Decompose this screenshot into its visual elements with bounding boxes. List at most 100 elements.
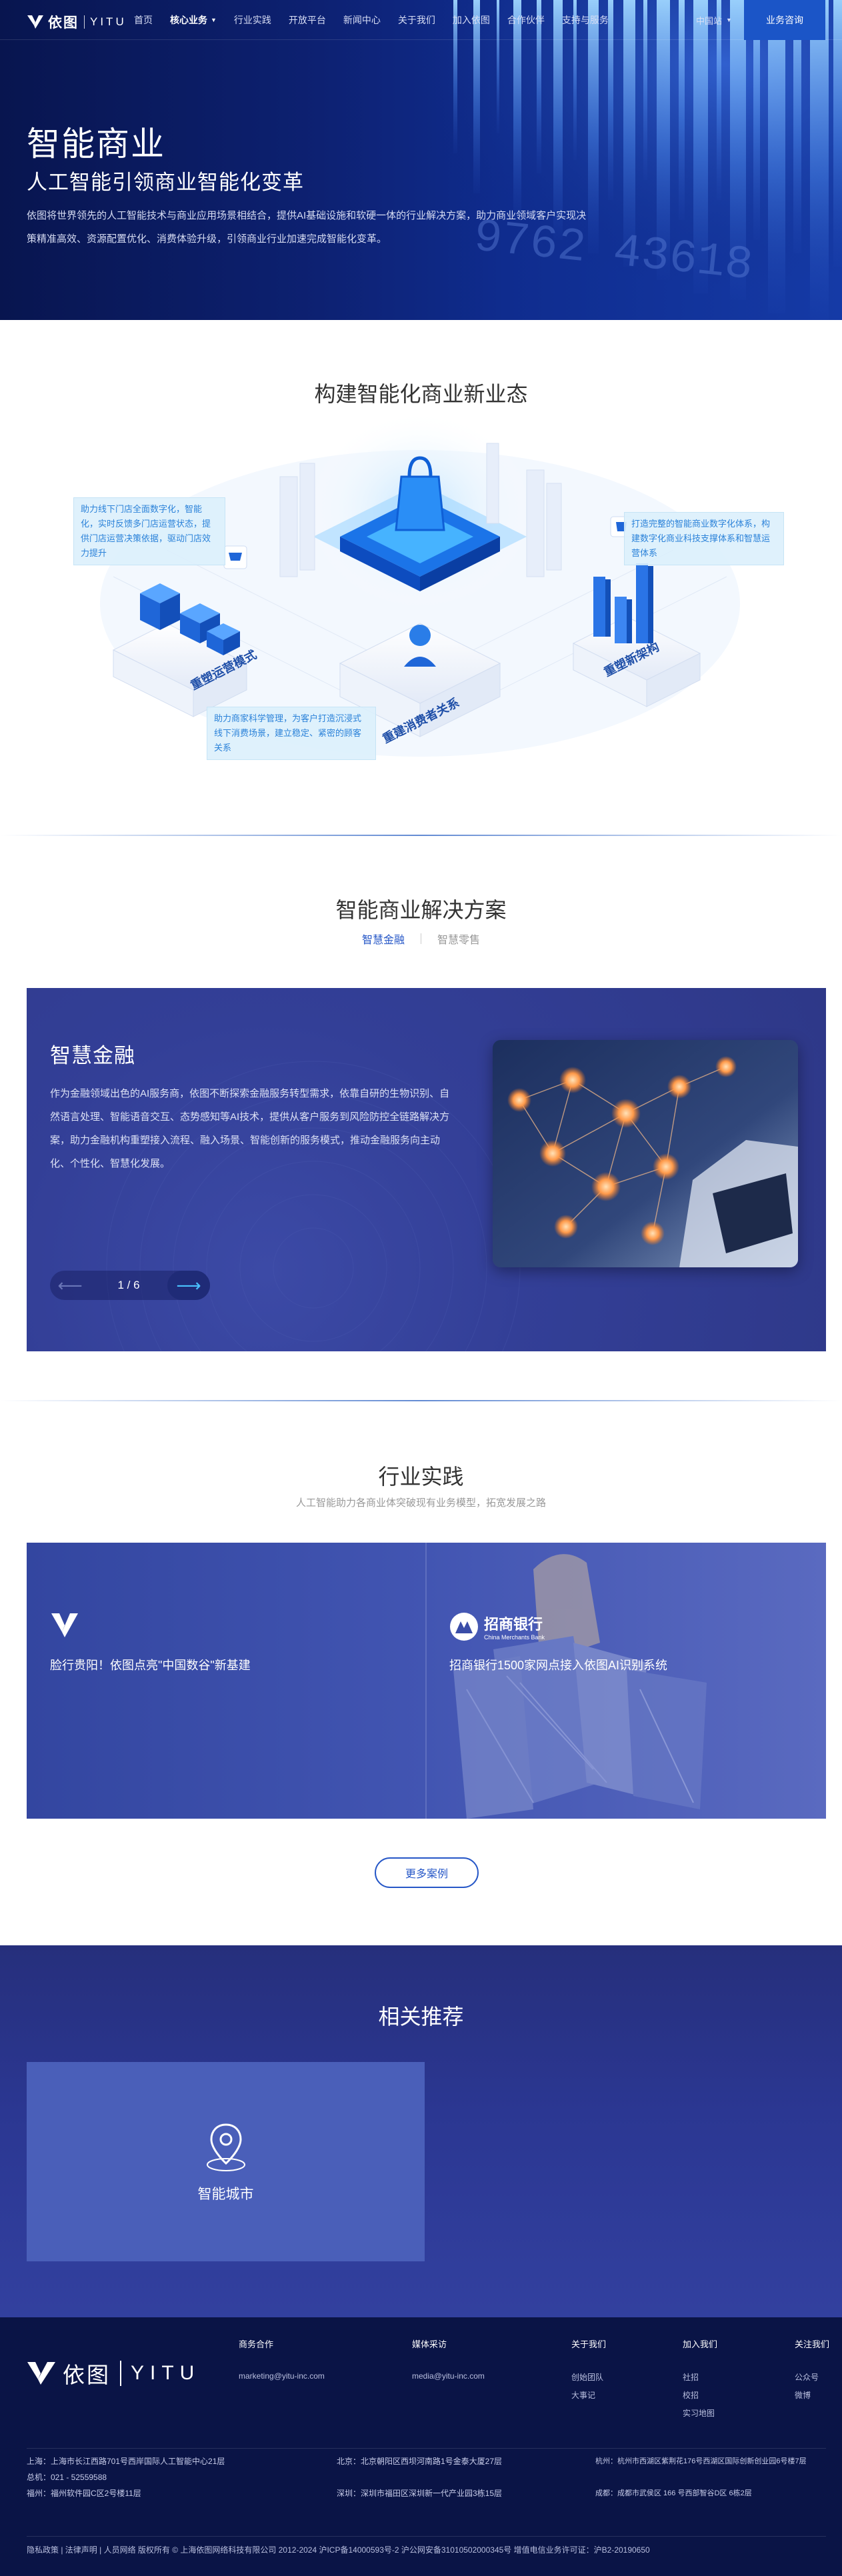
footer-col-join: 加入我们 社招 校招 实习地图 <box>683 2337 717 2425</box>
chevron-down-icon: ▼ <box>726 17 732 23</box>
logo-en: YITU <box>90 15 127 28</box>
footer-logo-en: YITU <box>131 2362 201 2384</box>
nav-support[interactable]: 支持与服务 <box>553 0 617 40</box>
footer-address-shanghai: 上海：上海市长江西路701号西岸国际人工智能中心21层 总机：021 - 525… <box>27 2453 225 2501</box>
top-nav: 依图 YITU 首页 核心业务 ▼ 行业实践 开放平台 新闻中心 关于我们 加入依… <box>0 0 842 40</box>
address-line: 福州：福州软件园C区2号楼11层 <box>27 2489 141 2498</box>
finance-network-photo <box>493 1040 798 1267</box>
location-pin-icon <box>206 2123 245 2171</box>
chevron-down-icon: ▼ <box>211 17 217 23</box>
footer-copyright: 隐私政策 | 法律声明 | 人员网络 版权所有 © 上海依图网络科技有限公司 2… <box>27 2545 650 2555</box>
footer-col-heading: 关注我们 <box>795 2339 830 2349</box>
nav-industry-practice[interactable]: 行业实践 <box>225 0 280 40</box>
case-guiyang-caption: 脸行贵阳！依图点亮"中国数谷"新基建 <box>50 1659 251 1672</box>
footer-col-heading: 关于我们 <box>571 2339 607 2349</box>
case-studies: 脸行贵阳！依图点亮"中国数谷"新基建 招商银行 China Merchants … <box>27 1543 826 1819</box>
cmb-logo-cn: 招商银行 <box>484 1616 543 1633</box>
logo-cn: 依图 <box>48 15 79 31</box>
section-divider <box>0 1400 842 1401</box>
hero-title: 智能商业 <box>27 125 165 163</box>
recommend-card-label: 智能城市 <box>197 2186 254 2202</box>
consult-button[interactable]: 业务咨询 <box>744 0 825 40</box>
smart-business-illustration: 重塑运营模式 重建消费者关系 重塑新架构 <box>100 410 740 757</box>
address-line: 深圳：深圳市福田区深圳新一代产业园3栋15层 <box>337 2489 503 2498</box>
solutions-title: 智能商业解决方案 <box>335 898 507 922</box>
hero-light-beams-image: 9762 43618 <box>373 0 842 320</box>
recommend-section: 相关推荐 智能城市 <box>0 1945 842 2317</box>
footer-link-intern-map[interactable]: 实习地图 <box>683 2407 717 2419</box>
footer-logo-separator <box>120 2361 121 2386</box>
callout-customer-relations: 助力商家科学管理，为客户打造沉浸式线下消费场景，建立稳定、紧密的顾客关系 <box>207 707 376 760</box>
address-line: 总机：021 - 52559588 <box>27 2473 107 2482</box>
hero-subtitle: 人工智能引领商业智能化变革 <box>27 171 304 194</box>
footer-logo[interactable]: 依图 YITU <box>27 2357 200 2389</box>
next-arrow-icon[interactable]: ⟶ <box>167 1271 210 1300</box>
address-spacer <box>595 2469 829 2485</box>
address-line: 北京：北京朝阳区西坝河南路1号金泰大厦27层 <box>337 2457 503 2466</box>
footer-col-heading: 商务合作 <box>239 2339 274 2349</box>
callout-store-digitization: 助力线下门店全面数字化，智能化，实时反馈多门店运营状态，提供门店运营决策依据，驱… <box>73 497 225 565</box>
case-cmb-caption: 招商银行1500家网点接入依图AI识别系统 <box>449 1659 668 1672</box>
address-line: 成都：成都市武侯区 166 号西部智谷D区 6栋2层 <box>595 2489 752 2497</box>
main-menu: 首页 核心业务 ▼ 行业实践 开放平台 新闻中心 关于我们 加入依图 合作伙伴 支… <box>125 0 617 40</box>
footer-col-business: 商务合作 marketing@yitu-inc.com <box>239 2337 325 2387</box>
case-cmb[interactable]: 招商银行 China Merchants Bank 招商银行1500家网点接入依… <box>426 1543 826 1819</box>
nav-about[interactable]: 关于我们 <box>389 0 444 40</box>
case-guiyang[interactable]: 脸行贵阳！依图点亮"中国数谷"新基建 <box>27 1543 426 1819</box>
nav-open-platform[interactable]: 开放平台 <box>280 0 335 40</box>
footer-col-heading: 加入我们 <box>683 2339 718 2349</box>
hero-description: 依图将世界领先的人工智能技术与商业应用场景相结合，提供AI基础设施和软硬一体的行… <box>27 210 587 245</box>
cmb-logo: 招商银行 China Merchants Bank <box>449 1612 545 1641</box>
nav-home[interactable]: 首页 <box>125 0 161 40</box>
region-selector[interactable]: 中国站 ▼ <box>696 0 732 40</box>
footer-link-team[interactable]: 创始团队 <box>571 2371 606 2383</box>
pager-count: 1 / 6 <box>117 1279 140 1291</box>
footer: 依图 YITU 商务合作 marketing@yitu-inc.com 媒体采访… <box>0 2317 842 2576</box>
section-divider <box>0 835 842 836</box>
nav-core-business-label: 核心业务 <box>170 15 207 25</box>
footer-logo-cn: 依图 <box>63 2363 111 2387</box>
recommend-title: 相关推荐 <box>378 2005 464 2029</box>
nav-partners[interactable]: 合作伙伴 <box>499 0 553 40</box>
footer-link-milestones[interactable]: 大事记 <box>571 2389 606 2401</box>
footer-col-follow: 关注我们 公众号 微博 <box>795 2337 829 2407</box>
yitu-logo-icon <box>51 1613 78 1637</box>
footer-email-media[interactable]: media@yitu-inc.com <box>412 2371 485 2381</box>
tab-smart-retail[interactable]: 智慧零售 <box>421 931 496 947</box>
footer-link-social-hiring[interactable]: 社招 <box>683 2371 717 2383</box>
logo-separator <box>84 15 85 29</box>
footer-col-heading: 媒体采访 <box>412 2339 447 2349</box>
solution-card-description: 作为金融领域出色的AI服务商，依图不断探索金融服务转型需求，依靠自研的生物识别、… <box>50 1088 450 1169</box>
cmb-logo-icon <box>450 1613 478 1641</box>
hero-banner: 9762 43618 智能商业 人工智能引领商业智能化变革 依图将世界领先的人工… <box>0 0 842 320</box>
cases-title: 行业实践 <box>378 1465 464 1489</box>
address-line: 杭州：杭州市西湖区紫荆花176号西湖区国际创新创业园6号楼7层 <box>595 2457 807 2465</box>
solution-card: 智慧金融 作为金融领域出色的AI服务商，依图不断探索金融服务转型需求，依靠自研的… <box>27 988 826 1351</box>
yitu-logo-icon <box>27 15 43 29</box>
cmb-logo-en: China Merchants Bank <box>484 1634 545 1641</box>
solution-pager: ⟵ 1 / 6 ⟶ <box>50 1271 210 1300</box>
prev-arrow-icon[interactable]: ⟵ <box>50 1271 90 1300</box>
footer-link-weibo[interactable]: 微博 <box>795 2389 829 2401</box>
yitu-logo[interactable]: 依图 YITU <box>27 12 127 32</box>
recommend-card-smart-city[interactable]: 智能城市 <box>27 2062 425 2261</box>
callout-digital-system: 打造完整的智能商业数字化体系，构建数字化商业科技支撑体系和智慧运营体系 <box>624 512 784 565</box>
address-line: 上海：上海市长江西路701号西岸国际人工智能中心21层 <box>27 2457 225 2466</box>
footer-divider <box>27 2536 826 2537</box>
nav-core-business[interactable]: 核心业务 ▼ <box>161 0 225 40</box>
cases-subtitle: 人工智能助力各商业体突破现有业务模型，拓宽发展之路 <box>295 1497 546 1509</box>
footer-divider <box>27 2448 826 2449</box>
tab-smart-finance[interactable]: 智慧金融 <box>346 931 421 947</box>
footer-email-marketing[interactable]: marketing@yitu-inc.com <box>239 2371 325 2381</box>
footer-link-wechat[interactable]: 公众号 <box>795 2371 829 2383</box>
footer-link-campus-hiring[interactable]: 校招 <box>683 2389 717 2401</box>
footer-col-media: 媒体采访 media@yitu-inc.com <box>412 2337 485 2387</box>
solutions-tabs: 智慧金融 智慧零售 <box>0 931 842 947</box>
yitu-logo-icon <box>27 2362 55 2385</box>
nav-join[interactable]: 加入依图 <box>444 0 499 40</box>
more-cases-button[interactable]: 更多案例 <box>375 1857 479 1888</box>
footer-address-hangzhou: 杭州：杭州市西湖区紫荆花176号西湖区国际创新创业园6号楼7层 成都：成都市武侯… <box>595 2453 829 2501</box>
footer-col-about: 关于我们 创始团队 大事记 <box>571 2337 606 2407</box>
address-spacer <box>337 2469 502 2485</box>
nav-news[interactable]: 新闻中心 <box>335 0 389 40</box>
